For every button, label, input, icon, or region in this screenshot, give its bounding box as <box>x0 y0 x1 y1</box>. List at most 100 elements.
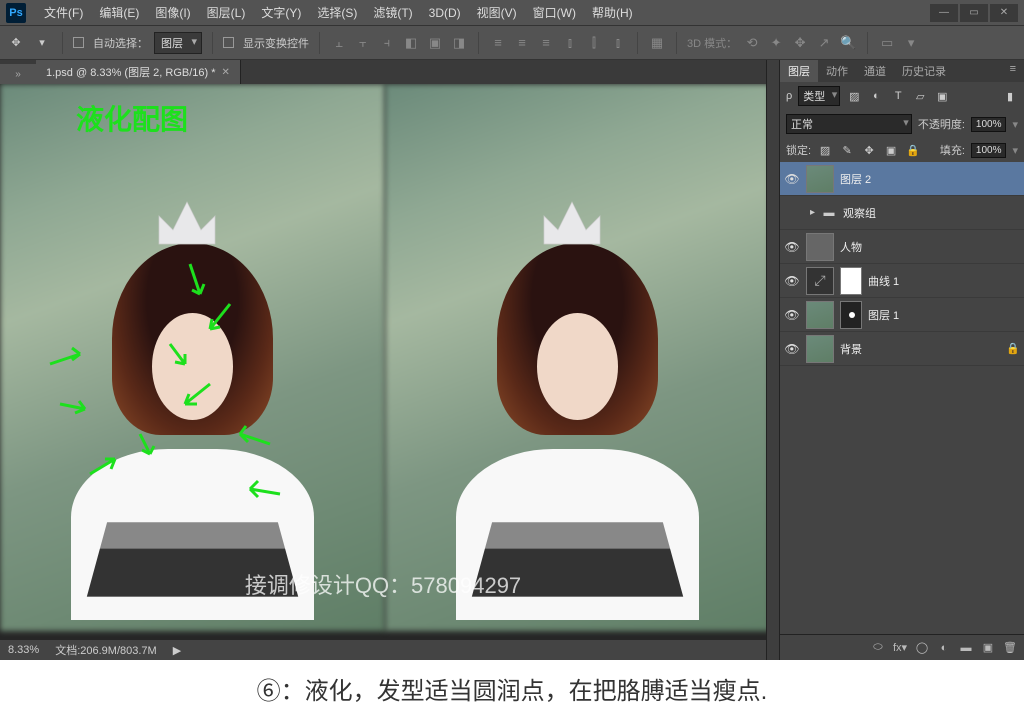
layer-filter-type[interactable]: 类型 <box>798 86 840 106</box>
window-minimize[interactable]: — <box>930 4 958 22</box>
move-tool-icon[interactable]: ✥ <box>6 33 26 53</box>
lock-pixels-icon[interactable]: ✎ <box>839 142 855 158</box>
layer-thumbnail[interactable] <box>806 165 834 193</box>
lock-all-icon[interactable]: 🔒 <box>905 142 921 158</box>
3d-orbit-icon[interactable]: ⟲ <box>743 34 761 52</box>
auto-align-icon[interactable]: ▦ <box>648 34 666 52</box>
distribute-right-icon[interactable]: ⫾ <box>609 34 627 52</box>
layer-fx-icon[interactable]: fx▾ <box>892 640 908 656</box>
opacity-input[interactable]: 100% <box>971 117 1007 132</box>
filter-toggle[interactable]: ▮ <box>1002 88 1018 104</box>
layer-name[interactable]: 图层 2 <box>840 171 871 187</box>
visibility-toggle[interactable]: 👁 <box>784 274 800 288</box>
lock-transparency-icon[interactable]: ▨ <box>817 142 833 158</box>
layer-row[interactable]: ▸ ▬ 观察组 <box>780 196 1024 230</box>
align-right-icon[interactable]: ◨ <box>450 34 468 52</box>
fill-input[interactable]: 100% <box>971 143 1007 158</box>
menu-type[interactable]: 文字(Y) <box>253 4 309 21</box>
layer-name[interactable]: 图层 1 <box>868 307 899 323</box>
distribute-bottom-icon[interactable]: ≡ <box>537 34 555 52</box>
document-tab[interactable]: 1.psd @ 8.33% (图层 2, RGB/16) * ✕ <box>36 60 241 84</box>
layer-thumbnail[interactable] <box>806 233 834 261</box>
menu-view[interactable]: 视图(V) <box>469 4 525 21</box>
layer-thumbnail[interactable] <box>806 301 834 329</box>
layer-name[interactable]: 曲线 1 <box>868 273 899 289</box>
window-close[interactable]: ✕ <box>990 4 1018 22</box>
visibility-toggle[interactable]: 👁 <box>784 308 800 322</box>
arrange-docs-icon[interactable]: ▭ <box>878 34 896 52</box>
delete-layer-icon[interactable]: 🗑 <box>1002 640 1018 656</box>
close-tab-icon[interactable]: ✕ <box>222 67 230 78</box>
distribute-left-icon[interactable]: ⫾ <box>561 34 579 52</box>
status-expand-icon[interactable]: ▶ <box>173 644 181 657</box>
new-layer-icon[interactable]: ▣ <box>980 640 996 656</box>
add-adjustment-icon[interactable]: ◐ <box>936 640 952 656</box>
adjustment-thumbnail[interactable]: ⤢ <box>806 267 834 295</box>
layer-thumbnail[interactable] <box>806 335 834 363</box>
menu-file[interactable]: 文件(F) <box>36 4 91 21</box>
align-left-icon[interactable]: ◧ <box>402 34 420 52</box>
zoom-level[interactable]: 8.33% <box>8 644 39 656</box>
layer-row[interactable]: 👁 图层 1 <box>780 298 1024 332</box>
lock-artboard-icon[interactable]: ▣ <box>883 142 899 158</box>
menu-image[interactable]: 图像(I) <box>147 4 198 21</box>
auto-select-target[interactable]: 图层 <box>154 32 202 54</box>
layer-row[interactable]: 👁 ⤢ 曲线 1 <box>780 264 1024 298</box>
auto-select-label: 自动选择： <box>93 35 148 51</box>
tool-preset-dropdown[interactable]: ▾ <box>32 33 52 53</box>
menu-filter[interactable]: 滤镜(T) <box>365 4 420 21</box>
layer-row[interactable]: 👁 图层 2 <box>780 162 1024 196</box>
layer-row[interactable]: 👁 人物 <box>780 230 1024 264</box>
menu-layer[interactable]: 图层(L) <box>199 4 254 21</box>
filter-adjust-icon[interactable]: ◐ <box>868 88 884 104</box>
layer-name[interactable]: 背景 <box>840 341 862 357</box>
tab-channels[interactable]: 通道 <box>856 60 894 82</box>
workspace-switcher-icon[interactable]: ▾ <box>902 34 920 52</box>
window-maximize[interactable]: ▭ <box>960 4 988 22</box>
filter-smart-icon[interactable]: ▣ <box>934 88 950 104</box>
3d-zoom-icon[interactable]: 🔍 <box>839 34 857 52</box>
layer-row[interactable]: 👁 背景 🔒 <box>780 332 1024 366</box>
layer-mask-thumbnail[interactable] <box>840 301 862 329</box>
layer-mask-thumbnail[interactable] <box>840 267 862 295</box>
canvas[interactable]: 液化配图 接调修设计QQ：578094297 <box>0 84 766 640</box>
visibility-toggle[interactable]: 👁 <box>784 342 800 356</box>
group-expand-icon[interactable]: ▸ <box>810 207 815 218</box>
layer-name[interactable]: 观察组 <box>843 205 876 221</box>
align-bottom-icon[interactable]: ⫞ <box>378 34 396 52</box>
auto-select-checkbox[interactable] <box>73 37 84 48</box>
lock-position-icon[interactable]: ✥ <box>861 142 877 158</box>
menu-select[interactable]: 选择(S) <box>309 4 365 21</box>
show-transform-checkbox[interactable] <box>223 37 234 48</box>
filter-shape-icon[interactable]: ▱ <box>912 88 928 104</box>
add-mask-icon[interactable]: ◯ <box>914 640 930 656</box>
menu-3d[interactable]: 3D(D) <box>421 6 469 20</box>
tab-layers[interactable]: 图层 <box>780 60 818 82</box>
tab-actions[interactable]: 动作 <box>818 60 856 82</box>
link-layers-icon[interactable]: ⬭ <box>870 640 886 656</box>
menu-help[interactable]: 帮助(H) <box>584 4 641 21</box>
layer-name[interactable]: 人物 <box>840 239 862 255</box>
distribute-top-icon[interactable]: ≡ <box>489 34 507 52</box>
menu-edit[interactable]: 编辑(E) <box>91 4 147 21</box>
visibility-toggle[interactable]: 👁 <box>784 172 800 186</box>
menu-window[interactable]: 窗口(W) <box>525 4 584 21</box>
new-group-icon[interactable]: ▬ <box>958 640 974 656</box>
distribute-vcenter-icon[interactable]: ≡ <box>513 34 531 52</box>
tab-home-icon[interactable]: » <box>0 64 36 84</box>
align-top-icon[interactable]: ⫠ <box>330 34 348 52</box>
panel-menu-icon[interactable]: ≡ <box>1002 60 1024 82</box>
mode3d-label: 3D 模式： <box>687 35 737 51</box>
3d-slide-icon[interactable]: ↗ <box>815 34 833 52</box>
collapsed-panel-strip[interactable] <box>766 60 779 660</box>
blend-mode-select[interactable]: 正常 <box>786 114 912 134</box>
tab-history[interactable]: 历史记录 <box>894 60 954 82</box>
filter-pixel-icon[interactable]: ▨ <box>846 88 862 104</box>
filter-type-icon[interactable]: T <box>890 88 906 104</box>
3d-pan-icon[interactable]: ✥ <box>791 34 809 52</box>
visibility-toggle[interactable]: 👁 <box>784 240 800 254</box>
align-hcenter-icon[interactable]: ▣ <box>426 34 444 52</box>
3d-roll-icon[interactable]: ✦ <box>767 34 785 52</box>
align-vcenter-icon[interactable]: ⫟ <box>354 34 372 52</box>
distribute-hcenter-icon[interactable]: ⫿ <box>585 34 603 52</box>
